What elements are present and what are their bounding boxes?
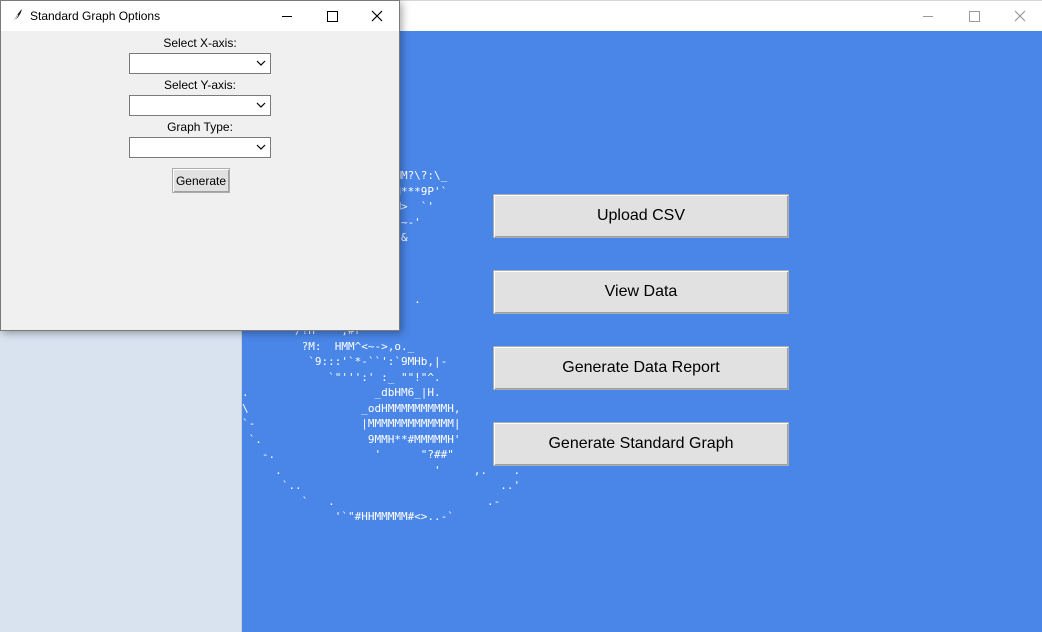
minimize-icon xyxy=(923,15,933,17)
close-icon xyxy=(371,10,383,22)
main-close-button[interactable] xyxy=(997,1,1042,31)
feather-icon xyxy=(12,9,22,24)
x-axis-select[interactable] xyxy=(129,53,271,74)
main-maximize-button[interactable] xyxy=(951,1,997,31)
dialog-minimize-button[interactable] xyxy=(264,1,310,31)
view-data-button[interactable]: View Data xyxy=(493,270,789,314)
dialog-close-button[interactable] xyxy=(354,1,400,31)
graph-type-label: Graph Type: xyxy=(167,120,233,134)
x-axis-label: Select X-axis: xyxy=(163,36,237,50)
dialog-maximize-button[interactable] xyxy=(309,1,355,31)
generate-data-report-button[interactable]: Generate Data Report xyxy=(493,346,789,390)
y-axis-label: Select Y-axis: xyxy=(163,78,237,92)
minimize-icon xyxy=(282,15,292,17)
main-minimize-button[interactable] xyxy=(905,1,951,31)
standard-graph-options-dialog: Standard Graph Options Select X-axis: Se… xyxy=(0,0,400,331)
chevron-down-icon[interactable] xyxy=(255,99,267,111)
maximize-icon xyxy=(326,10,338,22)
maximize-icon xyxy=(968,10,980,22)
dialog-title-bar[interactable]: Standard Graph Options xyxy=(1,1,399,31)
graph-type-select[interactable] xyxy=(129,137,271,158)
y-axis-select[interactable] xyxy=(129,95,271,116)
generate-button[interactable]: Generate xyxy=(172,168,230,193)
generate-standard-graph-button[interactable]: Generate Standard Graph xyxy=(493,422,789,466)
dialog-title: Standard Graph Options xyxy=(30,9,161,23)
chevron-down-icon[interactable] xyxy=(255,57,267,69)
upload-csv-button[interactable]: Upload CSV xyxy=(493,194,789,238)
close-icon xyxy=(1014,10,1026,22)
chevron-down-icon[interactable] xyxy=(255,141,267,153)
